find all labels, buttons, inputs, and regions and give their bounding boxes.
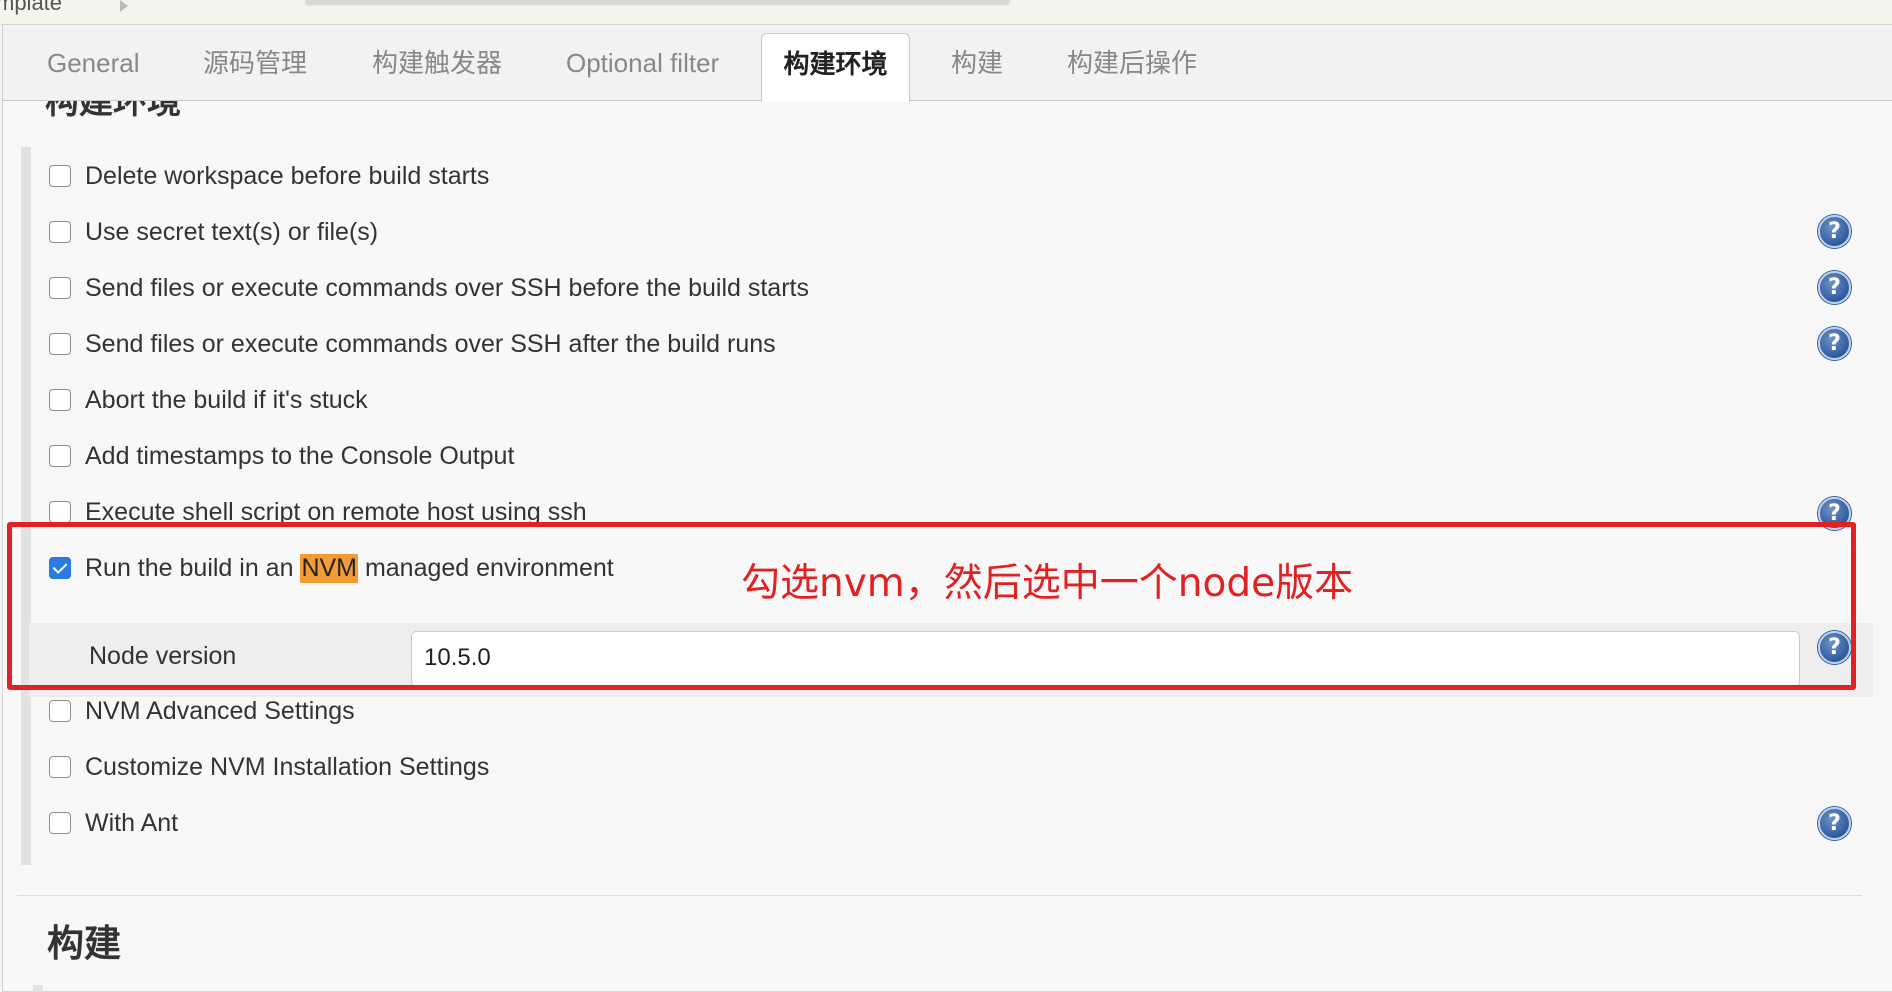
- option-customize-nvm-install[interactable]: Customize NVM Installation Settings: [49, 750, 489, 784]
- option-secret-text[interactable]: Use secret text(s) or file(s): [49, 215, 378, 249]
- checkbox[interactable]: [49, 165, 71, 187]
- section-heading-build: 构建: [47, 923, 121, 964]
- help-icon[interactable]: ?: [1818, 631, 1851, 664]
- search-highlight: NVM: [300, 553, 358, 583]
- option-label: Send files or execute commands over SSH …: [85, 273, 809, 302]
- section-divider: [17, 895, 1862, 896]
- option-label: Use secret text(s) or file(s): [85, 217, 379, 246]
- checkbox[interactable]: [49, 389, 71, 411]
- checkbox[interactable]: [49, 756, 71, 778]
- option-nvm-environment[interactable]: Run the build in an NVM managed environm…: [49, 551, 614, 585]
- checkbox[interactable]: [49, 501, 71, 523]
- option-label: Execute shell script on remote host usin…: [85, 497, 587, 526]
- option-add-timestamps[interactable]: Add timestamps to the Console Output: [49, 439, 514, 473]
- annotation-text: 勾选nvm，然后选中一个node版本: [741, 561, 1354, 606]
- config-panel: General 源码管理 构建触发器 Optional filter 构建环境 …: [2, 24, 1892, 992]
- checkbox-checked[interactable]: [49, 557, 71, 579]
- help-icon[interactable]: ?: [1818, 807, 1851, 840]
- node-version-input[interactable]: 10.5.0: [411, 631, 1800, 687]
- checkbox[interactable]: [49, 277, 71, 299]
- tab-post-build-actions[interactable]: 构建后操作: [1067, 41, 1197, 85]
- tab-source-control[interactable]: 源码管理: [203, 41, 307, 85]
- checkbox[interactable]: [49, 445, 71, 467]
- option-label: NVM Advanced Settings: [85, 696, 355, 725]
- option-label: Delete workspace before build starts: [85, 161, 490, 190]
- option-label-pre: Run the build in an: [85, 553, 301, 582]
- tab-build[interactable]: 构建: [951, 41, 1003, 85]
- option-with-ant[interactable]: With Ant: [49, 806, 178, 840]
- option-label: Send files or execute commands over SSH …: [85, 329, 776, 358]
- help-icon[interactable]: ?: [1818, 215, 1851, 248]
- top-bar: mplate: [0, 0, 1892, 26]
- option-ssh-before-build[interactable]: Send files or execute commands over SSH …: [49, 271, 809, 305]
- checkbox[interactable]: [49, 221, 71, 243]
- checkbox[interactable]: [49, 812, 71, 834]
- section-indent-bar: [21, 147, 31, 865]
- option-label: With Ant: [85, 808, 179, 837]
- help-icon[interactable]: ?: [1818, 327, 1851, 360]
- breadcrumb-item[interactable]: mplate: [0, 0, 62, 16]
- option-label: Add timestamps to the Console Output: [85, 441, 515, 470]
- checkbox[interactable]: [49, 333, 71, 355]
- tab-general[interactable]: General: [47, 41, 140, 85]
- help-icon[interactable]: ?: [1818, 497, 1851, 530]
- option-remote-shell-ssh[interactable]: Execute shell script on remote host usin…: [49, 495, 587, 529]
- option-abort-if-stuck[interactable]: Abort the build if it's stuck: [49, 383, 368, 417]
- option-ssh-after-build[interactable]: Send files or execute commands over SSH …: [49, 327, 776, 361]
- option-label: Abort the build if it's stuck: [85, 385, 368, 414]
- help-icon[interactable]: ?: [1818, 271, 1851, 304]
- node-version-label: Node version: [89, 642, 237, 670]
- tab-optional-filter[interactable]: Optional filter: [566, 41, 719, 85]
- breadcrumb-arrow-icon: [120, 0, 128, 12]
- config-tab-bar: General 源码管理 构建触发器 Optional filter 构建环境 …: [3, 25, 1892, 102]
- option-label: Customize NVM Installation Settings: [85, 752, 490, 781]
- option-nvm-advanced-settings[interactable]: NVM Advanced Settings: [49, 694, 355, 728]
- option-delete-workspace[interactable]: Delete workspace before build starts: [49, 159, 489, 193]
- dropdown-popup-edge: [305, 0, 1010, 4]
- section-indent-bar: [33, 985, 43, 992]
- tab-build-triggers[interactable]: 构建触发器: [372, 41, 502, 85]
- option-label-post: managed environment: [358, 553, 614, 582]
- tab-build-environment[interactable]: 构建环境: [761, 33, 910, 102]
- checkbox[interactable]: [49, 700, 71, 722]
